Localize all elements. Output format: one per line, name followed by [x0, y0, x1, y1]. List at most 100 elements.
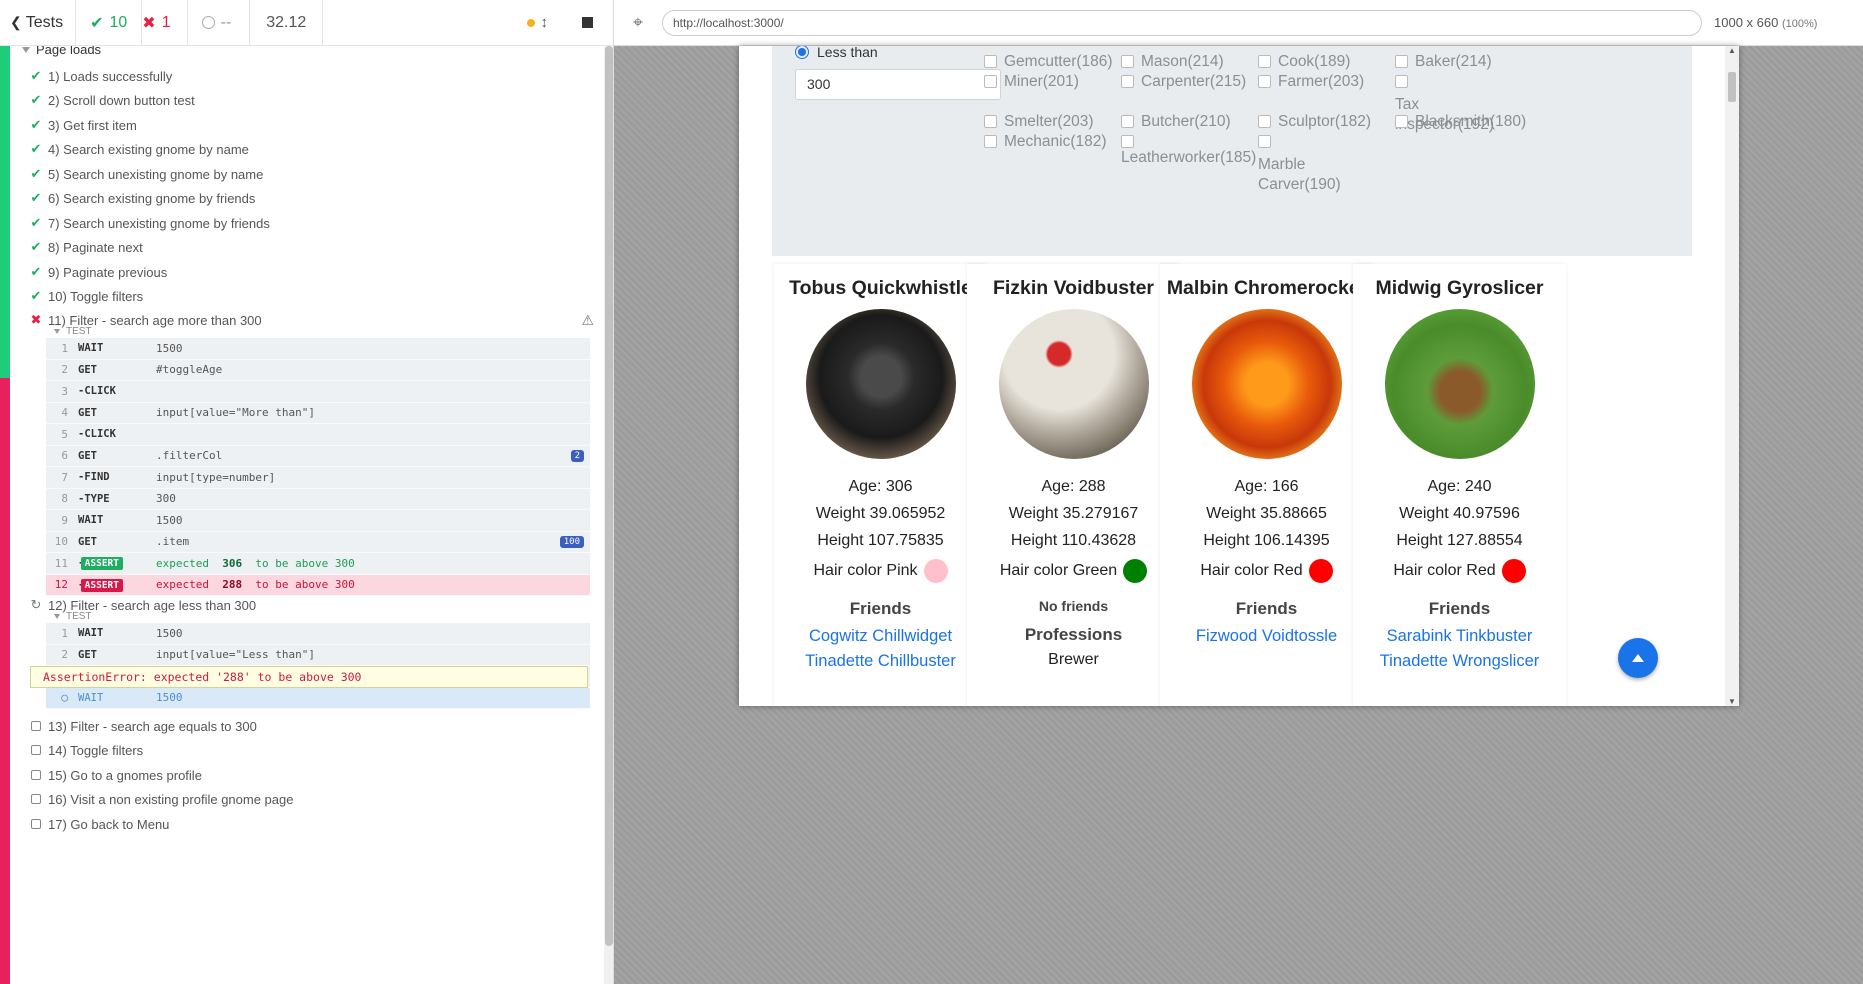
checkbox-icon	[1121, 75, 1134, 88]
test-title: 17) Go back to Menu	[48, 816, 170, 832]
pending-count[interactable]: --	[188, 0, 251, 46]
test-body-label[interactable]: TEST	[54, 326, 92, 337]
friend-link[interactable]: Cogwitz Chillwidget	[774, 624, 987, 649]
command-number: 11	[54, 556, 68, 570]
test-title: 3) Get first item	[48, 117, 137, 133]
test-item[interactable]: ✔ 5) Search unexisting gnome by name	[30, 164, 264, 184]
viewport-info[interactable]: 1000 x 660 (100%)	[1714, 15, 1817, 30]
refresh-icon: ↻	[30, 597, 42, 612]
test-item[interactable]: ✔ 9) Paginate previous	[30, 262, 168, 282]
failed-count[interactable]: ✖ 1	[142, 0, 188, 46]
command-row[interactable]: 5 -CLICK	[46, 424, 590, 446]
hair-label: Hair color Red	[1200, 562, 1303, 579]
profession-checkbox[interactable]: Farmer(203)	[1258, 72, 1388, 92]
gnome-card[interactable]: Fizkin Voidbuster Age: 288 Weight 35.27916…	[967, 264, 1180, 706]
friend-link[interactable]: Tinadette Wrongslicer	[1353, 649, 1566, 674]
assert-fail-row[interactable]: 12 - ASSERTexpected 288 to be above 300	[46, 574, 590, 596]
scroll-to-top-button[interactable]	[1618, 638, 1658, 678]
gnome-name[interactable]: Tobus Quickwhistle	[774, 276, 987, 300]
scroll-up-icon[interactable]: ▲	[1728, 46, 1736, 55]
test-item[interactable]: ✔ 7) Search unexisting gnome by friends	[30, 213, 270, 233]
runnable-list: Page loads ✔ 1) Loads successfully ✔ 2) Scr…	[0, 46, 604, 984]
suite-title[interactable]: Page loads	[22, 46, 101, 57]
profession-checkbox[interactable]: Blacksmith(180)	[1395, 112, 1526, 132]
tests-button[interactable]: ❮ Tests	[0, 0, 77, 46]
friend-link[interactable]: Tinadette Chillbuster	[774, 649, 987, 674]
command-row[interactable]: 1 WAIT 1500	[46, 623, 590, 645]
gnome-name[interactable]: Fizkin Voidbuster	[967, 276, 1180, 300]
test-item[interactable]: 13) Filter - search age equals to 300	[30, 716, 257, 736]
command-row[interactable]: 6 GET .filterCol 2	[46, 445, 590, 467]
command-row[interactable]: 1 WAIT 1500	[46, 338, 590, 360]
test-item[interactable]: ✔ 10) Toggle filters	[30, 286, 144, 306]
filter-panel: Less than 300 Gemcutter(186) Mason(214) Co…	[772, 46, 1692, 256]
test-item[interactable]: ✔ 6) Search existing gnome by friends	[30, 188, 256, 208]
profession-checkbox[interactable]: Butcher(210)	[1121, 112, 1251, 132]
test-item[interactable]: ✔ 3) Get first item	[30, 115, 137, 135]
profession-checkbox[interactable]: Carpenter(215)	[1121, 72, 1251, 92]
auto-scroll-icon[interactable]: ↕	[541, 14, 549, 31]
frame-scrollbar[interactable]: ▲ ▼	[1725, 46, 1739, 706]
profession-checkbox[interactable]: Leatherworker(185)	[1121, 132, 1256, 168]
command-row[interactable]: 2 GET input[value="Less than"]	[46, 644, 590, 666]
checkbox-empty-icon	[31, 794, 41, 804]
command-row[interactable]: 2 GET #toggleAge	[46, 359, 590, 381]
hair-label: Hair color Green	[999, 562, 1118, 579]
profession-label: Sculptor(182)	[1278, 113, 1372, 130]
test-item[interactable]: ✔ 8) Paginate next	[30, 237, 143, 257]
test-body-label[interactable]: TEST	[54, 611, 92, 622]
command-message: 300	[156, 492, 176, 506]
command-message: expected 306 to be above 300	[156, 557, 355, 570]
radio-selected-icon	[795, 46, 809, 59]
test-item[interactable]: 15) Go to a gnomes profile	[30, 765, 202, 785]
test-item[interactable]: 16) Visit a non existing profile gnome p…	[30, 789, 293, 809]
profession-checkbox[interactable]: Mason(214)	[1121, 52, 1251, 72]
profession-checkbox[interactable]: Miner(201)	[984, 72, 1114, 92]
test-item[interactable]: ✔ 4) Search existing gnome by name	[30, 139, 249, 159]
test-item[interactable]: ✔ 1) Loads successfully	[30, 66, 173, 86]
test-item[interactable]: ✖ 11) Filter - search age more than 300 ⚠	[30, 310, 594, 330]
aut-header: ⌖ http://localhost:3000/ 1000 x 660 (100…	[614, 0, 1863, 46]
gnome-card[interactable]: Malbin Chromerocket Age: 166 Weight 35.886…	[1160, 264, 1373, 706]
scroll-down-icon[interactable]: ▼	[1728, 697, 1736, 706]
friend-link[interactable]: Fizwood Voidtossle	[1160, 624, 1373, 649]
command-row[interactable]: 8 -TYPE 300	[46, 488, 590, 510]
selector-playground-icon[interactable]: ⌖	[614, 0, 662, 46]
profession-checkbox[interactable]: Baker(214)	[1395, 52, 1525, 72]
gnome-card[interactable]: Midwig Gyroslicer Age: 240 Weight 40.97596…	[1353, 264, 1566, 706]
gnome-card[interactable]: Tobus Quickwhistle Age: 306 Weight 39.0659…	[774, 264, 987, 706]
friend-link[interactable]: Sarabink Tinkbuster	[1353, 624, 1566, 649]
command-row[interactable]: ◯ WAIT 1500	[46, 687, 590, 709]
warning-icon[interactable]: ⚠	[581, 312, 594, 329]
profession-checkbox[interactable]: Sculptor(182)	[1258, 112, 1388, 132]
assert-pre: expected	[156, 578, 209, 592]
test-title: 10) Toggle filters	[48, 288, 144, 304]
test-item[interactable]: 17) Go back to Menu	[30, 814, 169, 834]
url-bar[interactable]: http://localhost:3000/	[662, 9, 1702, 36]
command-row[interactable]: 4 GET input[value="More than"]	[46, 402, 590, 424]
profession-label: Carpenter(215)	[1141, 73, 1247, 90]
profession-checkbox[interactable]: Smelter(203)	[984, 112, 1114, 132]
command-name: -CLICK	[78, 385, 116, 398]
passed-count[interactable]: ✔ 10	[76, 0, 143, 46]
gnome-name[interactable]: Midwig Gyroslicer	[1353, 276, 1566, 300]
age-number-input[interactable]: 300	[795, 69, 1001, 100]
profession-checkbox[interactable]: Marble Carver(190)	[1258, 132, 1358, 195]
profession-checkbox[interactable]: Gemcutter(186)	[984, 52, 1114, 72]
test-title: 2) Scroll down button test	[48, 92, 195, 108]
command-row[interactable]: 10 GET .item 100	[46, 531, 590, 553]
command-number: 12	[54, 578, 68, 592]
test-item[interactable]: 14) Toggle filters	[30, 740, 143, 760]
gnome-name[interactable]: Malbin Chromerocket	[1160, 276, 1373, 300]
command-row[interactable]: 3 -CLICK	[46, 381, 590, 403]
profession-checkbox[interactable]: Mechanic(182)	[984, 132, 1114, 152]
assert-pass-row[interactable]: 11 - ASSERTexpected 306 to be above 300	[46, 553, 590, 575]
profession-checkbox[interactable]: Cook(189)	[1258, 52, 1388, 72]
reporter-scrollbar[interactable]	[604, 46, 613, 984]
command-row[interactable]: 7 -FIND input[type=number]	[46, 467, 590, 489]
less-than-radio[interactable]: Less than	[795, 46, 878, 60]
assertion-error[interactable]: AssertionError: expected '288' to be abo…	[30, 666, 588, 688]
stop-icon[interactable]	[582, 17, 593, 28]
command-row[interactable]: 9 WAIT 1500	[46, 510, 590, 532]
test-item[interactable]: ✔ 2) Scroll down button test	[30, 90, 195, 110]
